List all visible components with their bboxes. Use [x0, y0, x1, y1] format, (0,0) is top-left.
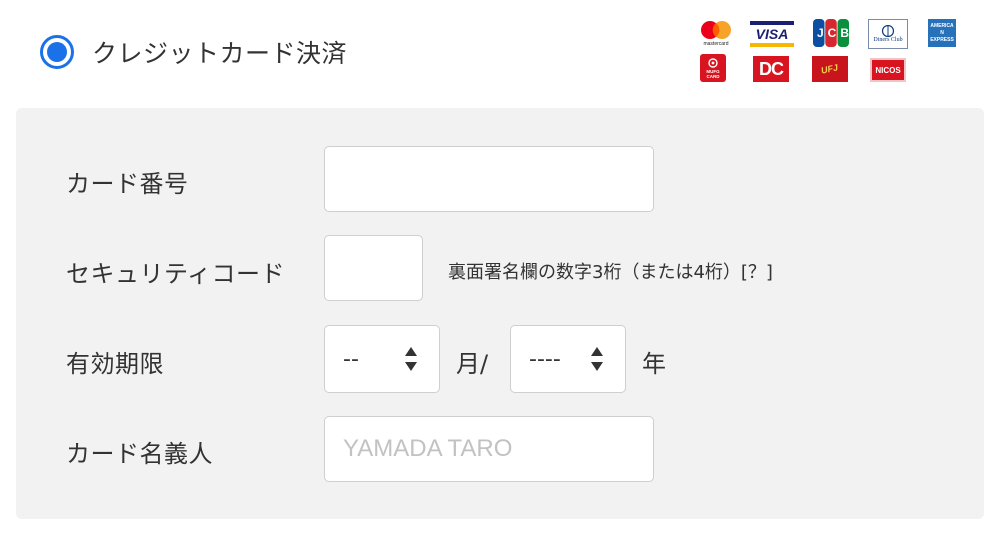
month-unit-label: 月/ — [456, 350, 489, 378]
expiry-year-select[interactable]: ---- — [510, 325, 626, 393]
diners-circle-icon — [881, 24, 895, 37]
mastercard-wordmark: mastercard — [703, 40, 729, 47]
diners-wordmark: Diners Club — [873, 36, 903, 43]
expiry-label: 有効期限 — [66, 350, 164, 378]
visa-wordmark: VISA — [755, 26, 789, 42]
card-number-label: カード番号 — [66, 170, 189, 198]
security-code-label: セキュリティコード — [66, 260, 286, 288]
payment-form-page: クレジットカード決済 mastercard VISA JCB Diners Cl… — [0, 0, 1000, 540]
nicos-card-logo: NICOS — [870, 58, 906, 82]
expiry-year-value: ---- — [529, 346, 561, 372]
amex-logo: AMERICAN EXPRESS — [928, 19, 956, 47]
ufj-card-logo: UFJ — [812, 56, 848, 82]
jcb-logo: JCB — [813, 19, 849, 47]
visa-logo: VISA — [750, 21, 794, 47]
select-updown-icon — [405, 347, 417, 371]
diners-club-logo: Diners Club — [868, 19, 908, 49]
dc-card-logo: DC — [753, 56, 789, 82]
dc-wordmark: DC — [759, 58, 784, 79]
security-code-input[interactable] — [324, 235, 423, 301]
card-brand-logos: mastercard VISA JCB Diners Club AMERICAN… — [698, 18, 960, 84]
ufj-wordmark: UFJ — [820, 62, 840, 76]
mufg-card-logo: MUFG CARD — [700, 54, 726, 82]
credit-card-payment-label: クレジットカード決済 — [92, 39, 348, 68]
expiry-month-select[interactable]: -- — [324, 325, 440, 393]
year-unit-label: 年 — [642, 350, 666, 378]
amex-wordmark: AMERICAN EXPRESS — [930, 22, 954, 43]
mufg-mark-icon — [708, 57, 718, 68]
card-details-panel: カード番号 セキュリティコード 裏面署名欄の数字3桁（または4桁）[？] 有効期… — [16, 108, 984, 519]
mastercard-logo: mastercard — [698, 18, 734, 48]
expiry-month-value: -- — [343, 346, 359, 372]
card-holder-label: カード名義人 — [66, 440, 213, 468]
jcb-wordmark: JCB — [817, 26, 849, 40]
card-holder-placeholder: YAMADA TARO — [343, 435, 513, 462]
radio-selected-dot — [47, 42, 67, 62]
mufg-wordmark: MUFG CARD — [706, 68, 720, 79]
mastercard-circles-icon — [701, 20, 731, 39]
card-number-input[interactable] — [324, 146, 654, 212]
security-code-hint: 裏面署名欄の数字3桁（または4桁）[？] — [448, 262, 773, 283]
card-holder-input[interactable]: YAMADA TARO — [324, 416, 654, 482]
select-updown-icon — [591, 347, 603, 371]
nicos-wordmark: NICOS — [875, 65, 901, 75]
credit-card-radio[interactable] — [40, 35, 74, 69]
credit-card-payment-option[interactable]: クレジットカード決済 — [40, 34, 347, 70]
